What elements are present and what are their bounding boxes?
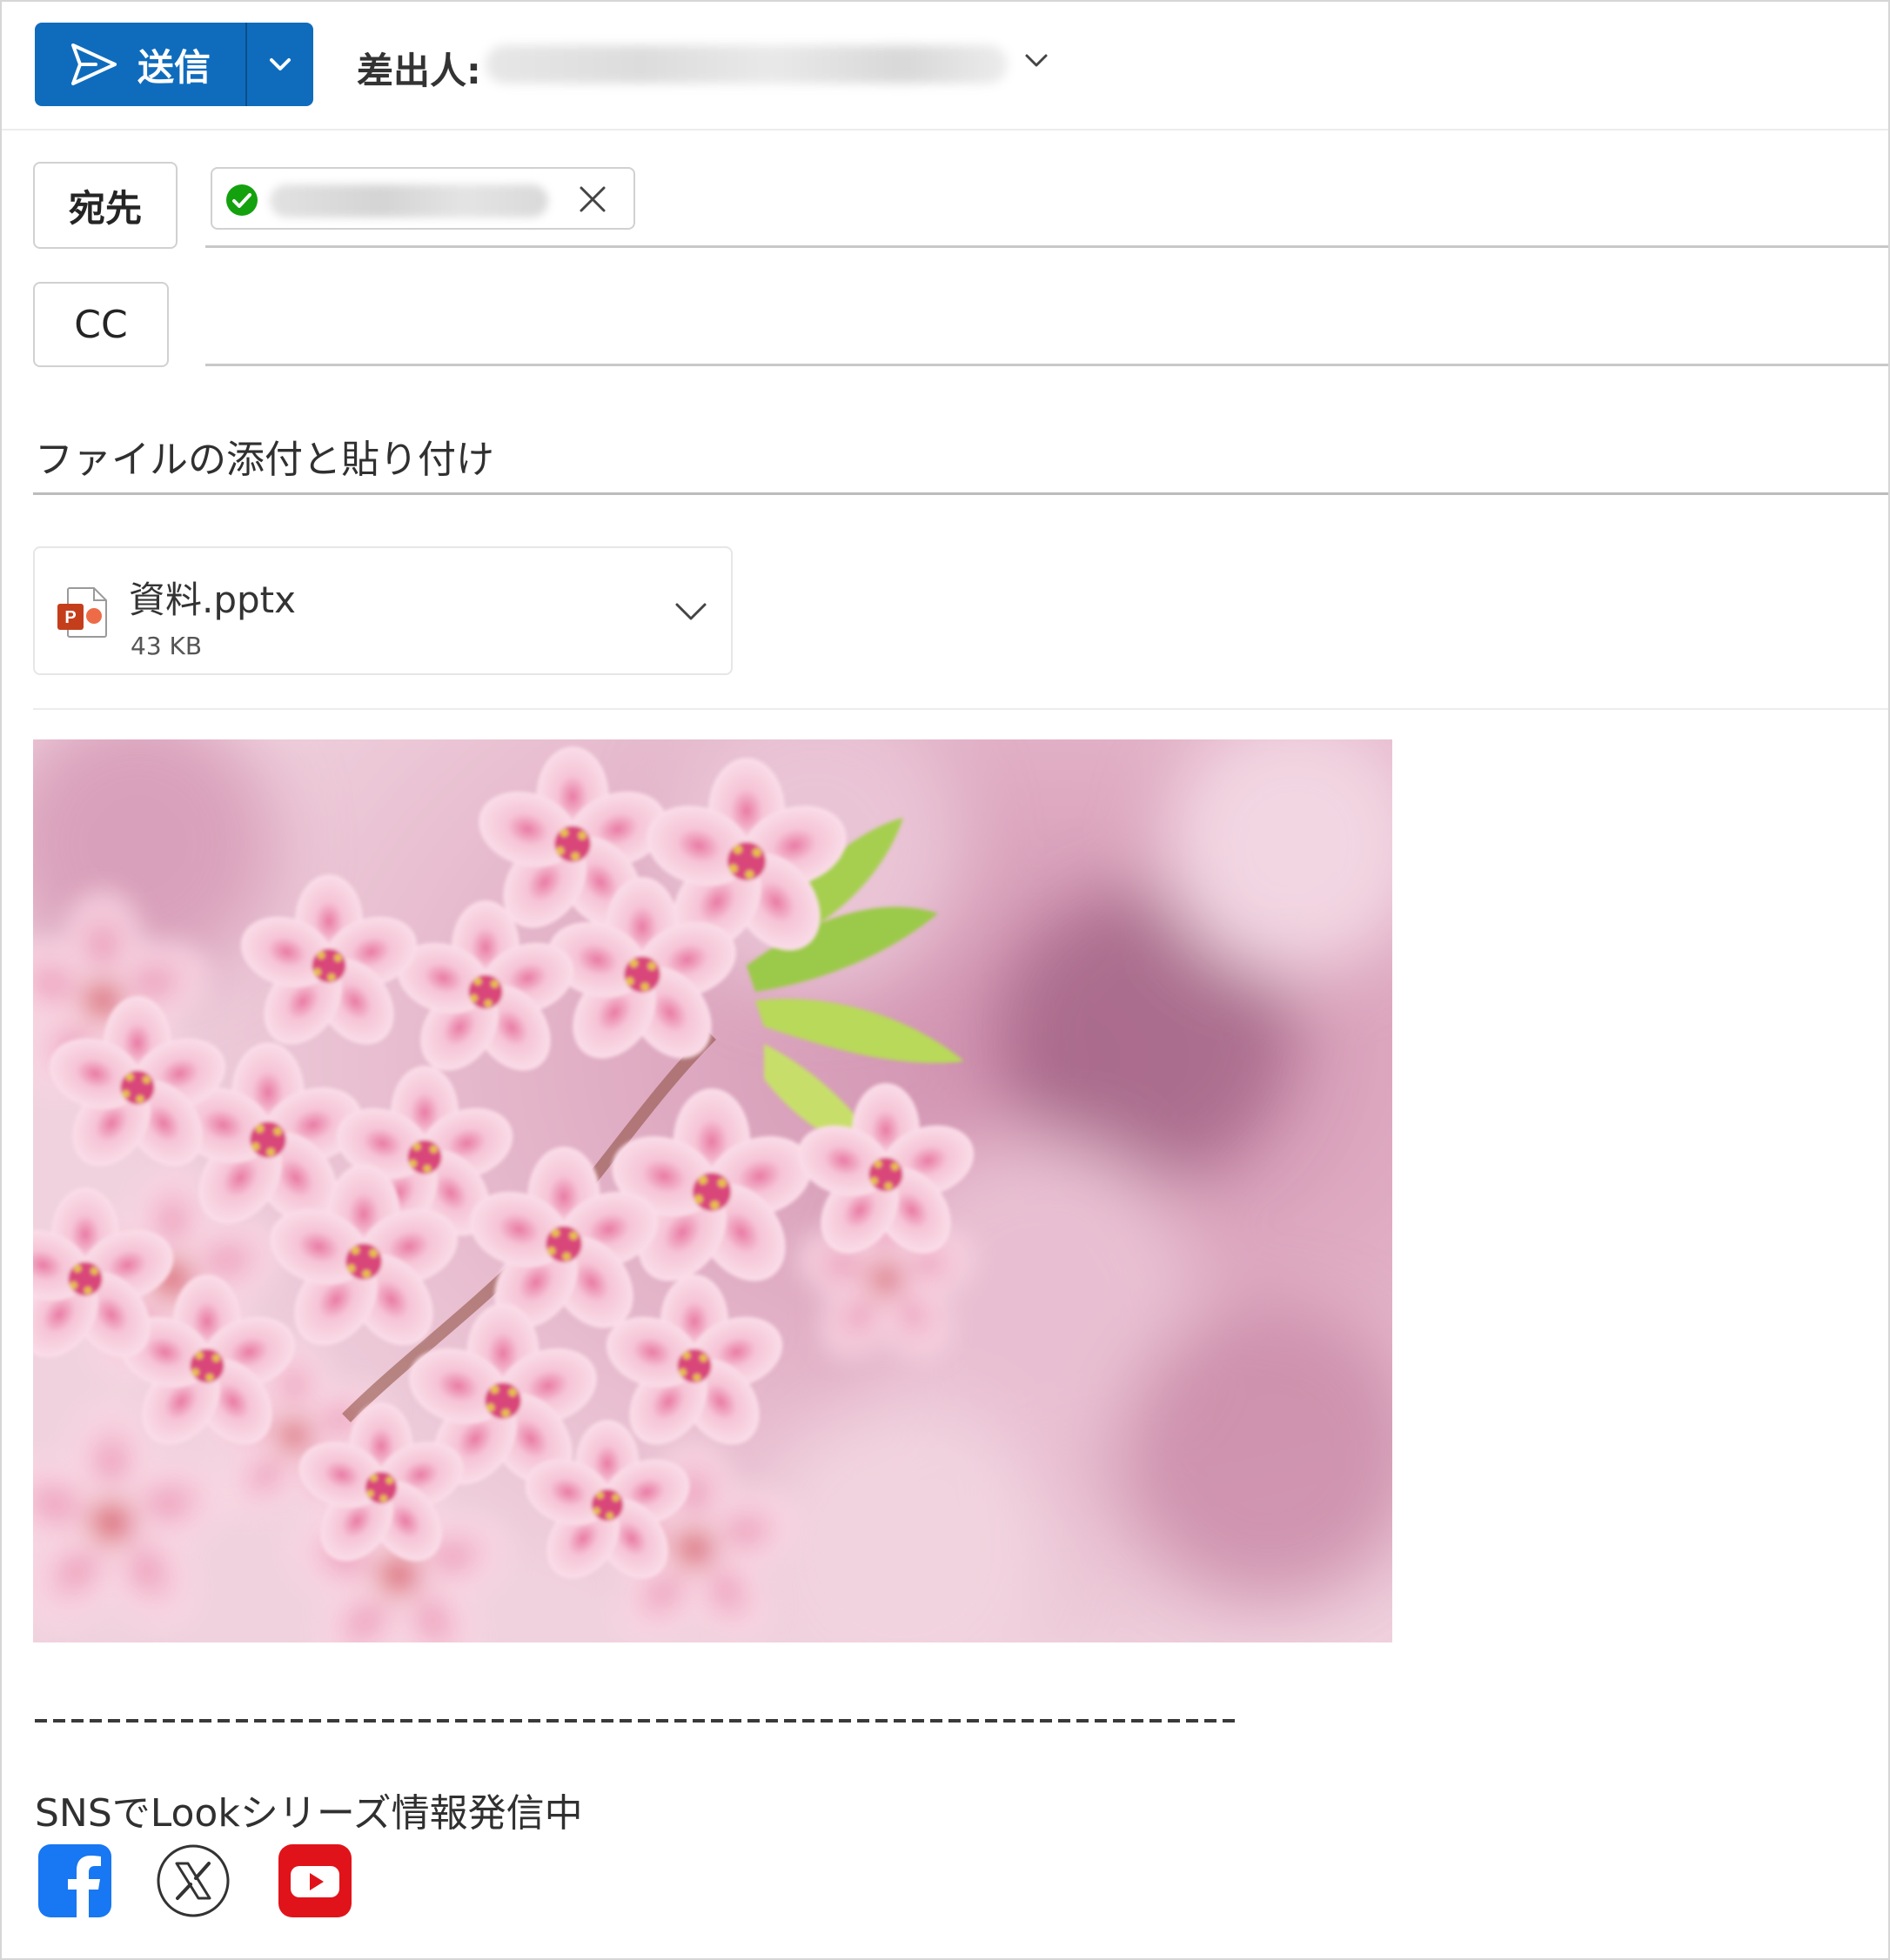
cherry-blossom-illustration xyxy=(33,739,1392,1642)
check-circle-icon xyxy=(226,184,258,216)
subject-underline xyxy=(33,492,1888,495)
header-divider xyxy=(2,129,1888,130)
to-input[interactable] xyxy=(205,245,1888,248)
attachment-file-name: 資料.pptx xyxy=(129,579,296,621)
signature-text: SNSでLookシリーズ情報発信中 xyxy=(35,1791,583,1836)
youtube-icon[interactable] xyxy=(277,1843,353,1919)
send-icon xyxy=(70,43,117,85)
facebook-icon[interactable] xyxy=(37,1843,113,1919)
from-chevron-down-icon[interactable] xyxy=(1023,52,1049,70)
close-icon[interactable] xyxy=(578,184,607,214)
svg-text:P: P xyxy=(64,608,76,627)
send-split-button: 送信 xyxy=(35,23,313,106)
x-icon[interactable] xyxy=(155,1843,231,1919)
powerpoint-file-icon: P xyxy=(57,587,107,638)
subject-field[interactable]: ファイルの添付と貼り付け xyxy=(35,428,494,484)
cc-button[interactable]: CC xyxy=(33,282,169,367)
cc-label: CC xyxy=(74,302,128,347)
to-label: 宛先 xyxy=(68,186,142,230)
recipient-address-redacted xyxy=(270,184,548,217)
from-label: 差出人: xyxy=(357,50,481,92)
attachment-chevron-down-icon[interactable] xyxy=(674,600,708,623)
recipient-chip[interactable] xyxy=(211,167,635,230)
cherry-blossom-image[interactable] xyxy=(33,739,1392,1642)
chevron-down-icon xyxy=(270,58,291,70)
cc-input[interactable] xyxy=(205,364,1888,366)
signature-separator xyxy=(35,1719,1236,1723)
attachment-file-size: 43 KB xyxy=(131,632,203,660)
from-address-redacted[interactable] xyxy=(486,45,1008,84)
to-button[interactable]: 宛先 xyxy=(33,162,178,249)
attachment-card[interactable]: P 資料.pptx 43 KB xyxy=(33,546,733,675)
body-divider xyxy=(33,708,1888,710)
send-options-button[interactable] xyxy=(247,23,313,106)
send-button[interactable]: 送信 xyxy=(35,23,247,106)
send-label: 送信 xyxy=(137,45,211,89)
